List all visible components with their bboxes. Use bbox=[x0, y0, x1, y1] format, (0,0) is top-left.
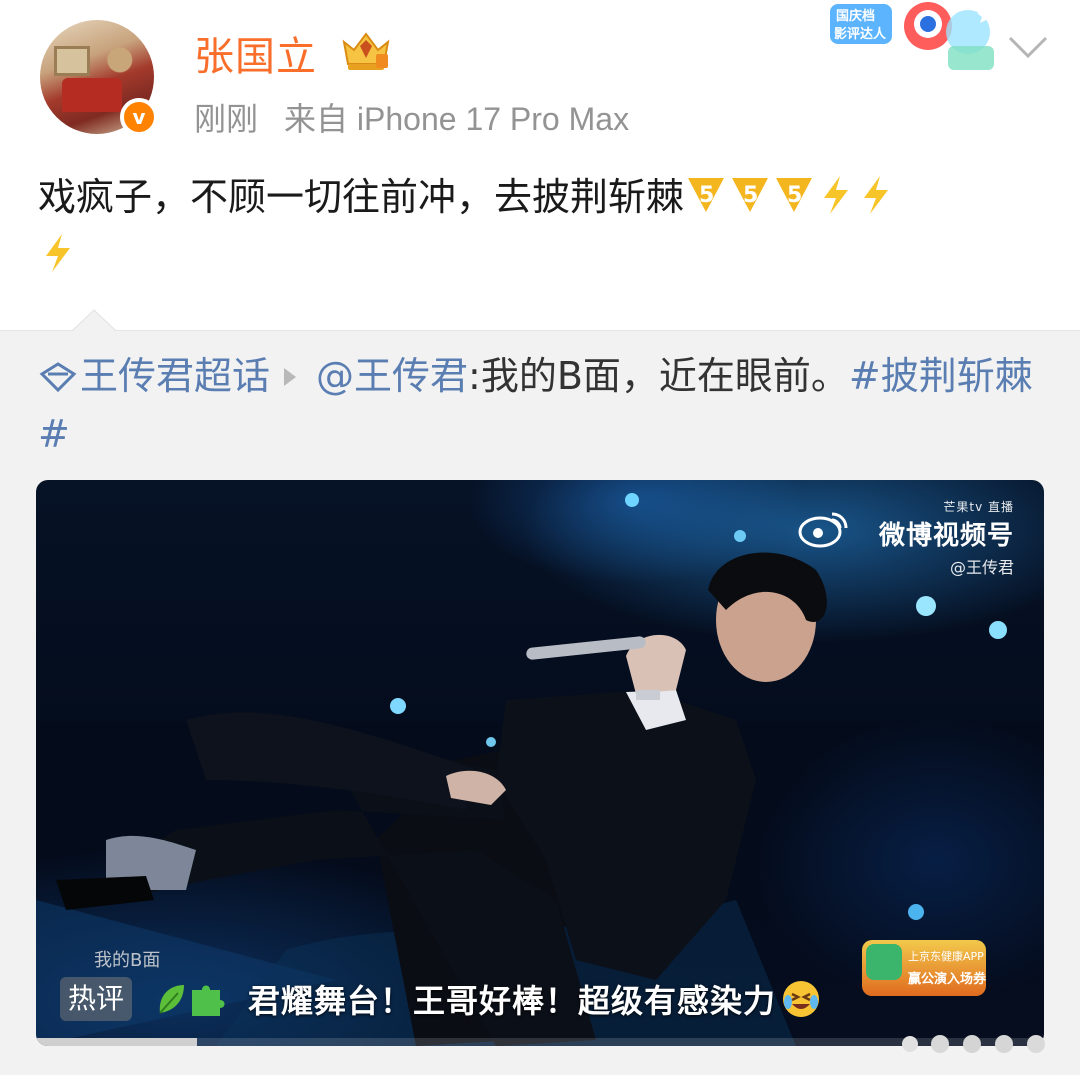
five-emoji-icon: 5 bbox=[732, 178, 769, 212]
post-content: 戏疯子，不顾一切往前冲，去披荆斩棘 5 5 5 bbox=[38, 168, 1048, 284]
badge-text-1: 国庆档 bbox=[836, 8, 875, 24]
super-topic-diamond-icon bbox=[39, 362, 77, 392]
svg-text:5: 5 bbox=[699, 183, 714, 208]
ad-line-2: 赢公演入场券 bbox=[908, 972, 987, 987]
crying-laugh-emoji-icon bbox=[783, 981, 820, 1017]
badge-text-2: 影评达人 bbox=[834, 26, 887, 42]
watermark-handle: @王传君 bbox=[949, 558, 1014, 577]
hot-comment-label: 热评 bbox=[60, 977, 133, 1021]
retweet-text: :我的B面，近在眼前。 bbox=[468, 354, 849, 398]
film-critic-badge-icon[interactable]: 国庆档 影评达人 bbox=[828, 0, 998, 80]
watermark-brand: 芒果tv 直播 bbox=[943, 500, 1014, 514]
video-progress-fill bbox=[36, 1038, 198, 1046]
svg-text:5: 5 bbox=[787, 183, 802, 208]
vip-crown-icon[interactable] bbox=[338, 28, 394, 72]
lightning-icon bbox=[864, 176, 889, 214]
quote-arrow bbox=[72, 309, 116, 332]
puzzle-emoji-icon bbox=[192, 985, 225, 1016]
chevron-down-icon[interactable] bbox=[1006, 32, 1050, 62]
lightning-icon bbox=[46, 234, 70, 272]
verified-icon: v bbox=[120, 98, 158, 136]
post-header: v 张国立 刚刚 来自 iPhone 17 Pro Max 国庆档 影评达人 bbox=[0, 0, 1080, 160]
post-meta: 刚刚 来自 iPhone 17 Pro Max bbox=[194, 94, 629, 140]
hot-comment-text: 君耀舞台！王哥好棒！超级有感染力 bbox=[248, 982, 777, 1020]
svg-text:5: 5 bbox=[743, 183, 758, 208]
retweet-content: 王传君超话 @王传君:我的B面，近在眼前。#披荆斩棘# bbox=[38, 347, 1048, 463]
leaf-emoji-icon bbox=[159, 985, 185, 1014]
arrow-right-icon bbox=[284, 367, 297, 386]
post-source: 来自 iPhone 17 Pro Max bbox=[284, 101, 630, 137]
post-time: 刚刚 bbox=[194, 101, 259, 137]
watermark-main: 微博视频号 bbox=[878, 521, 1014, 551]
mention-link[interactable]: @王传君 bbox=[316, 354, 468, 398]
song-title: 我的B面 bbox=[94, 950, 161, 971]
five-emoji-icon: 5 bbox=[776, 178, 813, 212]
username[interactable]: 张国立 bbox=[194, 24, 317, 82]
post-text: 戏疯子，不顾一切往前冲，去披荆斩棘 bbox=[38, 175, 685, 219]
sponsor-ad-badge[interactable]: 上京东健康APP 赢公演入场券 bbox=[862, 940, 986, 996]
jd-health-icon bbox=[866, 944, 902, 980]
video-watermark: 芒果tv 直播 微博视频号 @王传君 bbox=[879, 498, 1014, 578]
video-player[interactable]: 芒果tv 直播 微博视频号 @王传君 我的B面 上京东健康APP 赢公演入场券 … bbox=[36, 480, 1044, 1046]
ad-line-1: 上京东健康APP bbox=[908, 950, 984, 963]
lightning-icon bbox=[824, 176, 849, 214]
five-emoji-icon: 5 bbox=[688, 178, 725, 212]
super-topic-link[interactable]: 王传君超话 bbox=[80, 354, 270, 398]
weibo-logo-icon bbox=[798, 512, 848, 548]
decorative-dots bbox=[902, 1035, 1045, 1053]
hot-comment[interactable]: 热评 君耀舞台！王哥好棒！超级有感染力 bbox=[60, 974, 822, 1024]
